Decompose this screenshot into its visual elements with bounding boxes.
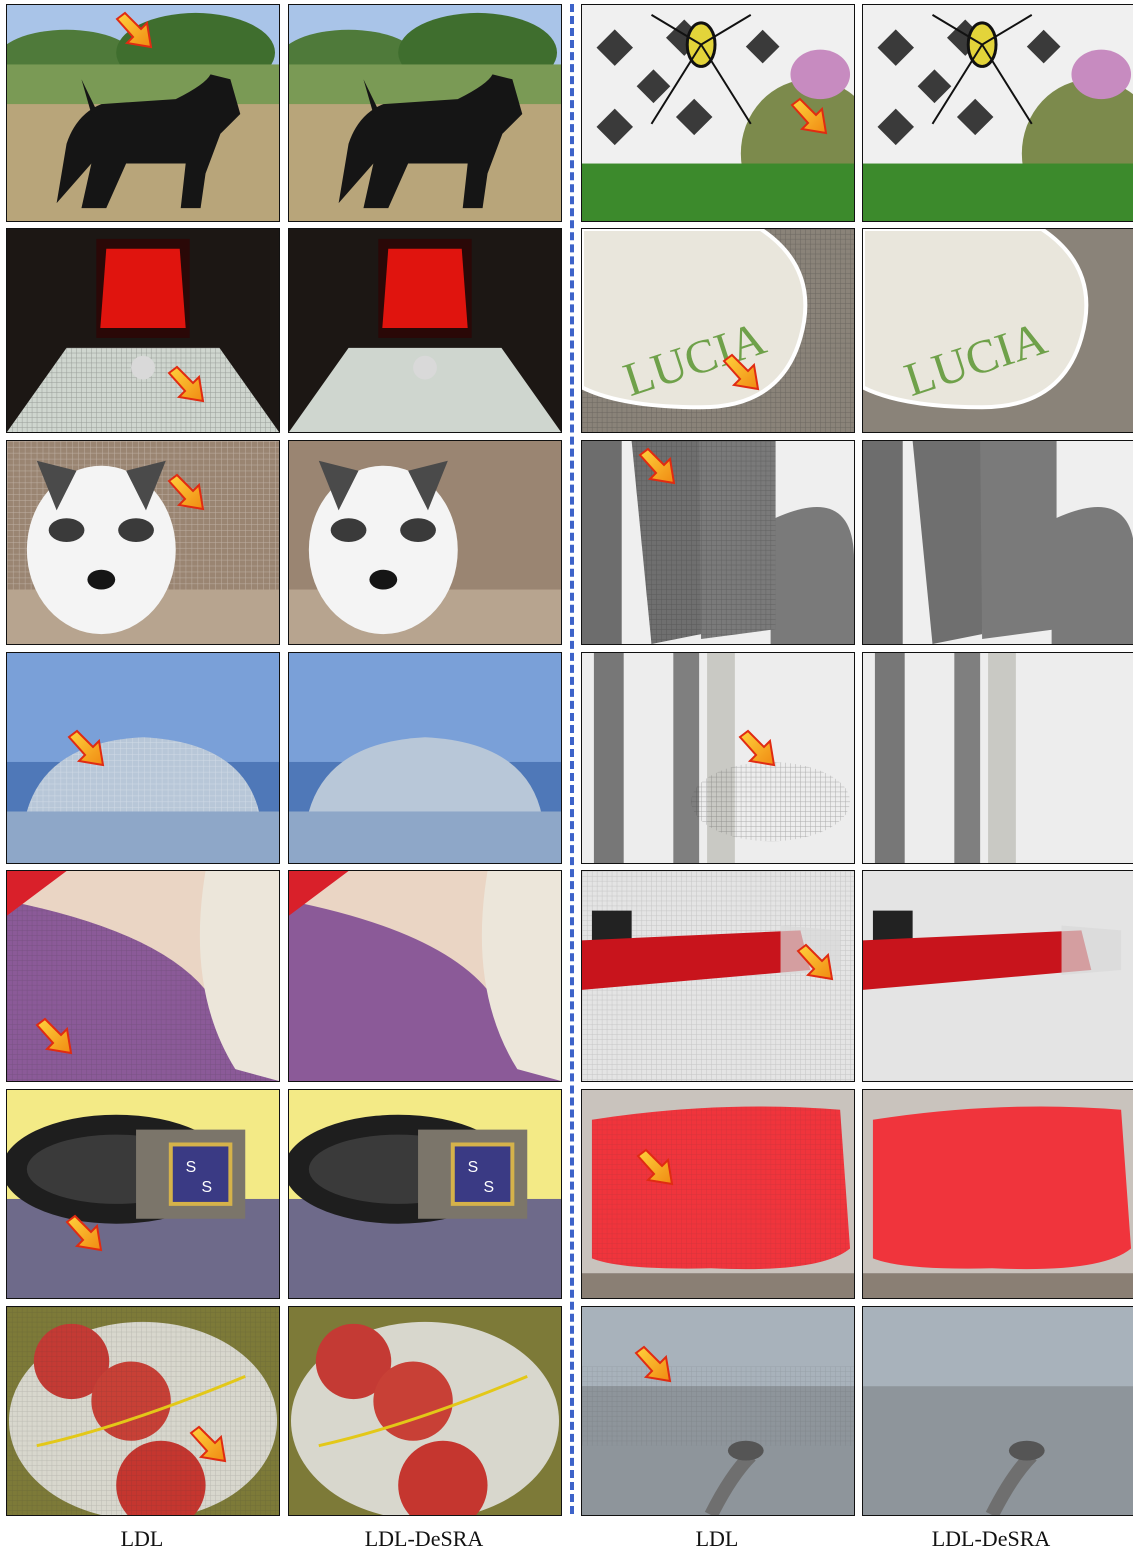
image-husky-ldl	[6, 440, 280, 645]
artifact-arrow-icon	[722, 353, 760, 391]
artifact-arrow-icon	[167, 473, 205, 511]
image-pillow-ldl	[6, 652, 280, 864]
image-belt-desra: S S	[288, 1089, 562, 1299]
image-dog-desra	[288, 4, 562, 222]
artifact-arrow-icon	[35, 1017, 73, 1055]
image-bag-desra	[862, 1089, 1133, 1299]
image-arm-desra	[288, 870, 562, 1082]
artifact-arrow-icon	[65, 1214, 103, 1252]
buckle-emblem-left: S	[468, 1159, 479, 1176]
image-curtain-desra	[862, 440, 1133, 645]
buckle-emblem-right: S	[484, 1179, 495, 1196]
image-spider-desra	[862, 4, 1133, 222]
image-poles-ldl	[581, 652, 855, 864]
artifact-arrow-icon	[634, 1345, 672, 1383]
image-lamp-desra	[288, 228, 562, 433]
image-beach-desra	[862, 1306, 1133, 1516]
image-poles-desra	[862, 652, 1133, 864]
image-lamp-ldl	[6, 228, 280, 433]
artifact-arrow-icon	[638, 447, 676, 485]
image-tube-ldl	[581, 870, 855, 1082]
artifact-arrow-icon	[790, 97, 828, 135]
artifact-arrow-icon	[115, 11, 153, 49]
image-belt-ldl: S S	[6, 1089, 280, 1299]
image-bib-desra: LUCIA	[862, 228, 1133, 433]
image-pillow-desra	[288, 652, 562, 864]
image-bib-ldl: LUCIA	[581, 228, 855, 433]
image-dog-ldl	[6, 4, 280, 222]
artifact-arrow-icon	[636, 1148, 674, 1186]
image-beach-ldl	[581, 1306, 855, 1516]
caption-ldl-right: LDL	[695, 1526, 739, 1551]
caption-ldl-desra-left: LDL-DeSRA	[364, 1526, 484, 1551]
caption-ldl-desra-right: LDL-DeSRA	[931, 1526, 1051, 1551]
buckle-emblem-left: S	[186, 1159, 197, 1176]
artifact-arrow-icon	[167, 365, 205, 403]
image-apples-ldl	[6, 1306, 280, 1516]
column-group-divider	[570, 4, 574, 1514]
artifact-arrow-icon	[738, 729, 776, 767]
artifact-arrow-icon	[796, 943, 834, 981]
image-spider-ldl	[581, 4, 855, 222]
image-arm-ldl	[6, 870, 280, 1082]
image-apples-desra	[288, 1306, 562, 1516]
artifact-arrow-icon	[67, 729, 105, 767]
image-bag-ldl	[581, 1089, 855, 1299]
caption-ldl-left: LDL	[120, 1526, 164, 1551]
image-tube-desra	[862, 870, 1133, 1082]
image-husky-desra	[288, 440, 562, 645]
artifact-arrow-icon	[189, 1425, 227, 1463]
buckle-emblem-right: S	[202, 1179, 213, 1196]
image-curtain-ldl	[581, 440, 855, 645]
